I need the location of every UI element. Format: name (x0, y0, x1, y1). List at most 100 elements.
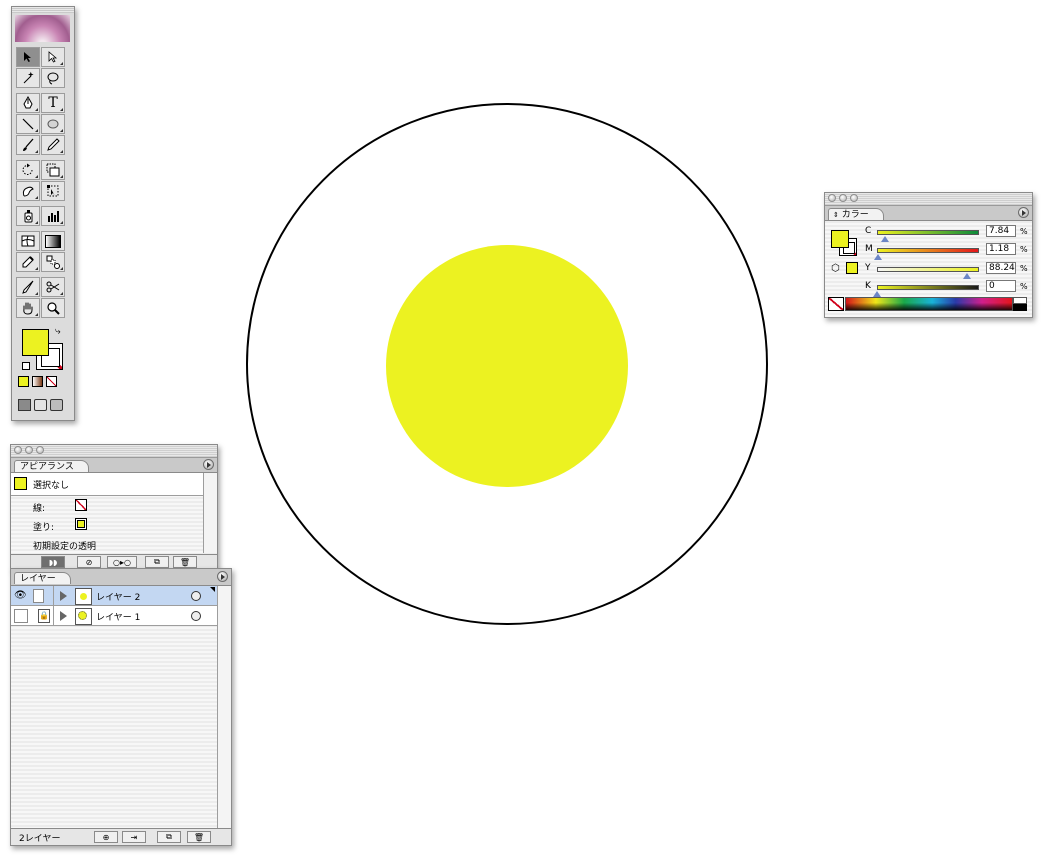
magenta-slider-track[interactable] (877, 248, 979, 253)
delete-layer-icon[interactable]: 🗑 (187, 831, 211, 843)
new-sublayer-icon[interactable]: ⇥ (122, 831, 146, 843)
paintbrush-icon[interactable] (16, 135, 40, 155)
symbol-sprayer-icon[interactable] (16, 206, 40, 226)
close-icon[interactable] (14, 446, 22, 454)
blend-icon[interactable] (41, 252, 65, 272)
appearance-selection-row: 選択なし (11, 473, 203, 496)
layers-panel-menu-icon[interactable] (217, 571, 228, 582)
color-mode-icon[interactable] (18, 376, 29, 387)
layer-row[interactable]: 👁 レイヤー 2 (11, 586, 217, 606)
close-icon[interactable] (828, 194, 836, 202)
expand-triangle-icon[interactable] (60, 611, 67, 621)
yellow-value-field[interactable]: 88.24 (986, 262, 1016, 274)
ellipse-icon[interactable] (41, 114, 65, 134)
tab-layers[interactable]: レイヤー (14, 572, 71, 584)
pencil-icon[interactable] (41, 135, 65, 155)
zoom-window-icon[interactable] (36, 446, 44, 454)
make-clipping-mask-icon[interactable]: ⊕ (94, 831, 118, 843)
default-fill-stroke-icon[interactable] (22, 362, 30, 370)
zoom-window-icon[interactable] (850, 194, 858, 202)
target-circle-icon[interactable] (191, 611, 201, 621)
type-icon[interactable]: T (41, 93, 65, 113)
panel-menu-icon[interactable] (203, 459, 214, 470)
pen-icon[interactable] (16, 93, 40, 113)
mesh-icon[interactable] (16, 231, 40, 251)
gradient-mode-icon[interactable] (32, 376, 43, 387)
magenta-slider-thumb[interactable] (874, 254, 883, 260)
graph-icon[interactable] (41, 206, 65, 226)
white-swatch[interactable] (1013, 297, 1027, 304)
standard-screen-mode-icon[interactable] (18, 399, 31, 411)
appearance-fill-swatch[interactable] (75, 518, 87, 530)
line-icon[interactable] (16, 114, 40, 134)
layer-name[interactable]: レイヤー 1 (96, 610, 140, 623)
tab-color[interactable]: ⇕ カラー (828, 208, 884, 220)
selection-arrow-icon[interactable] (16, 47, 40, 67)
direct-selection-icon[interactable] (41, 47, 65, 67)
lasso-icon[interactable] (41, 68, 65, 88)
tab-appearance[interactable]: アピアランス (14, 460, 89, 472)
clear-appearance-icon[interactable]: ○▸○ (107, 556, 137, 568)
new-layer-icon[interactable]: ⧉ (157, 831, 181, 843)
cyan-slider-thumb[interactable] (880, 236, 889, 242)
yellow-percent: % (1020, 264, 1028, 273)
none-mode-icon[interactable] (46, 376, 57, 387)
tools-panel-titlebar[interactable] (12, 7, 74, 13)
full-screen-menu-mode-icon[interactable] (34, 399, 47, 411)
scissors-icon[interactable] (41, 277, 65, 297)
color-panel-menu-icon[interactable] (1018, 207, 1029, 218)
layer-name[interactable]: レイヤー 2 (96, 590, 140, 603)
gradient-icon[interactable] (41, 231, 65, 251)
hand-icon[interactable] (16, 298, 40, 318)
yellow-label: Y (865, 263, 871, 273)
in-gamut-color-swatch[interactable] (846, 262, 858, 274)
visibility-eye-icon[interactable]: 👁 (14, 590, 27, 601)
slice-icon[interactable] (16, 277, 40, 297)
warp-icon[interactable] (16, 181, 40, 201)
black-value-field[interactable]: 0 (986, 280, 1016, 292)
appearance-scrollbar[interactable] (203, 473, 217, 553)
cyan-percent: % (1020, 227, 1028, 236)
black-swatch[interactable] (1013, 304, 1027, 311)
none-color-button[interactable] (828, 297, 844, 311)
appearance-selection-label: 選択なし (33, 481, 70, 491)
yellow-slider-track[interactable] (877, 267, 979, 272)
eyedropper-icon[interactable] (16, 252, 40, 272)
duplicate-item-icon[interactable]: ⧉ (145, 556, 169, 568)
yellow-slider-thumb[interactable] (963, 273, 971, 279)
trash-icon[interactable]: 🗑 (173, 556, 197, 568)
inner-yellow-circle[interactable] (386, 245, 628, 487)
black-slider-track[interactable] (877, 285, 979, 290)
magenta-value-field[interactable]: 1.18 (986, 243, 1016, 255)
appearance-stroke-swatch[interactable] (75, 499, 87, 511)
cyan-value-field[interactable]: 7.84 (986, 225, 1016, 237)
color-fill-proxy[interactable] (831, 230, 849, 248)
full-screen-mode-icon[interactable] (50, 399, 63, 411)
selected-layer-indicator-icon (210, 587, 215, 592)
magenta-label: M (865, 244, 873, 254)
fill-swatch[interactable] (22, 329, 49, 356)
lock-icon[interactable]: 🔒 (38, 609, 50, 623)
magic-wand-icon[interactable] (16, 68, 40, 88)
rotate-icon[interactable] (16, 160, 40, 180)
layers-scrollbar[interactable] (217, 586, 231, 828)
layer-row[interactable]: 🔒 レイヤー 1 (11, 606, 217, 626)
target-circle-icon[interactable] (191, 591, 201, 601)
visibility-toggle[interactable] (14, 609, 28, 623)
minimize-icon[interactable] (25, 446, 33, 454)
swap-fill-stroke-icon[interactable]: ⤷ (55, 326, 61, 337)
updown-arrows-icon: ⇕ (833, 211, 839, 219)
reduce-basic-appearance-icon[interactable]: ⊘ (77, 556, 101, 568)
free-transform-icon[interactable] (41, 181, 65, 201)
appearance-titlebar[interactable] (11, 445, 217, 458)
new-art-maintains-appearance-icon[interactable]: ◗◗ (41, 556, 65, 568)
minimize-icon[interactable] (839, 194, 847, 202)
zoom-icon[interactable] (41, 298, 65, 318)
out-of-gamut-cube-icon[interactable]: ⬡ (831, 263, 840, 274)
expand-triangle-icon[interactable] (60, 591, 67, 601)
color-spectrum-ramp[interactable] (845, 297, 1013, 311)
color-titlebar[interactable] (825, 193, 1032, 206)
cyan-slider-track[interactable] (877, 230, 979, 235)
scale-icon[interactable] (41, 160, 65, 180)
lock-toggle[interactable] (33, 589, 44, 603)
